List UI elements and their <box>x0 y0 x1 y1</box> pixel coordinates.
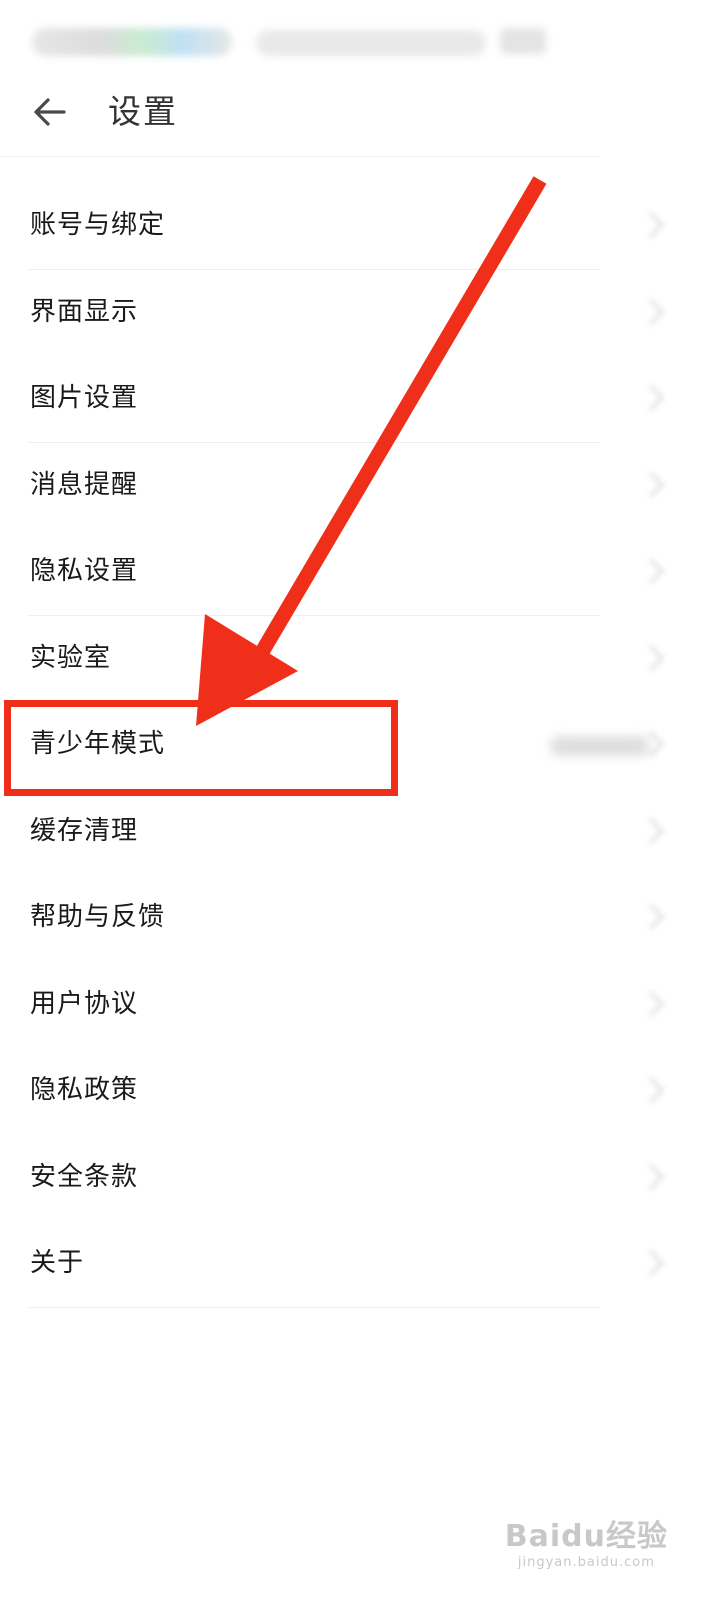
watermark: Baidu经验 jingyan.baidu.com <box>505 1511 668 1570</box>
status-bar-blurred-info <box>32 28 232 56</box>
settings-item-privacy-policy[interactable]: 隐私政策 <box>0 1048 720 1135</box>
settings-item-display[interactable]: 界面显示 <box>0 270 720 357</box>
page-title: 设置 <box>108 92 178 131</box>
settings-item-label: 账号与绑定 <box>30 210 166 240</box>
settings-item-about[interactable]: 关于 <box>0 1221 720 1308</box>
settings-item-security-terms[interactable]: 安全条款 <box>0 1135 720 1222</box>
chevron-right-icon <box>638 378 674 418</box>
status-bar <box>0 0 720 80</box>
teen-mode-status-blurred <box>550 736 650 756</box>
settings-item-label: 用户协议 <box>30 988 139 1019</box>
chevron-right-icon <box>638 205 674 245</box>
watermark-logo: Baidu经验 <box>504 1519 668 1554</box>
app-header: 设置 <box>0 80 720 156</box>
chevron-right-icon <box>638 292 674 332</box>
chevron-right-icon <box>638 465 674 505</box>
chevron-right-icon <box>638 811 674 851</box>
watermark-url: jingyan.baidu.com <box>517 1555 655 1570</box>
chevron-right-icon <box>638 724 674 764</box>
settings-item-label: 消息提醒 <box>30 469 139 500</box>
battery-icon <box>500 28 546 54</box>
chevron-right-icon <box>638 984 674 1024</box>
status-bar-blurred-info <box>256 30 486 56</box>
settings-item-lab[interactable]: 实验室 <box>0 616 720 703</box>
settings-item-label: 图片设置 <box>30 383 139 413</box>
chevron-right-icon <box>638 897 674 937</box>
chevron-right-icon <box>638 1157 674 1197</box>
chevron-right-icon <box>638 1070 674 1110</box>
settings-item-label: 界面显示 <box>30 296 139 327</box>
back-arrow-icon[interactable] <box>28 90 72 134</box>
settings-item-notifications[interactable]: 消息提醒 <box>0 443 720 530</box>
settings-item-label: 安全条款 <box>30 1161 139 1192</box>
settings-item-label: 帮助与反馈 <box>30 902 166 932</box>
chevron-right-icon <box>638 551 674 591</box>
chevron-right-icon <box>638 1243 674 1283</box>
settings-item-privacy-settings[interactable]: 隐私设置 <box>0 529 720 616</box>
settings-item-user-agreement[interactable]: 用户协议 <box>0 962 720 1049</box>
settings-item-help-feedback[interactable]: 帮助与反馈 <box>0 875 720 962</box>
settings-item-label: 缓存清理 <box>30 815 139 846</box>
chevron-right-icon <box>638 638 674 678</box>
settings-item-label: 关于 <box>30 1248 85 1278</box>
annotation-highlight-box <box>4 700 398 796</box>
settings-item-clear-cache[interactable]: 缓存清理 <box>0 789 720 876</box>
settings-item-label: 实验室 <box>30 642 112 673</box>
settings-item-label: 隐私设置 <box>30 556 139 586</box>
settings-item-image-settings[interactable]: 图片设置 <box>0 356 720 443</box>
settings-item-account-binding[interactable]: 账号与绑定 <box>0 183 720 270</box>
header-divider <box>0 156 600 157</box>
item-divider <box>28 1306 600 1308</box>
settings-item-label: 隐私政策 <box>30 1075 139 1105</box>
